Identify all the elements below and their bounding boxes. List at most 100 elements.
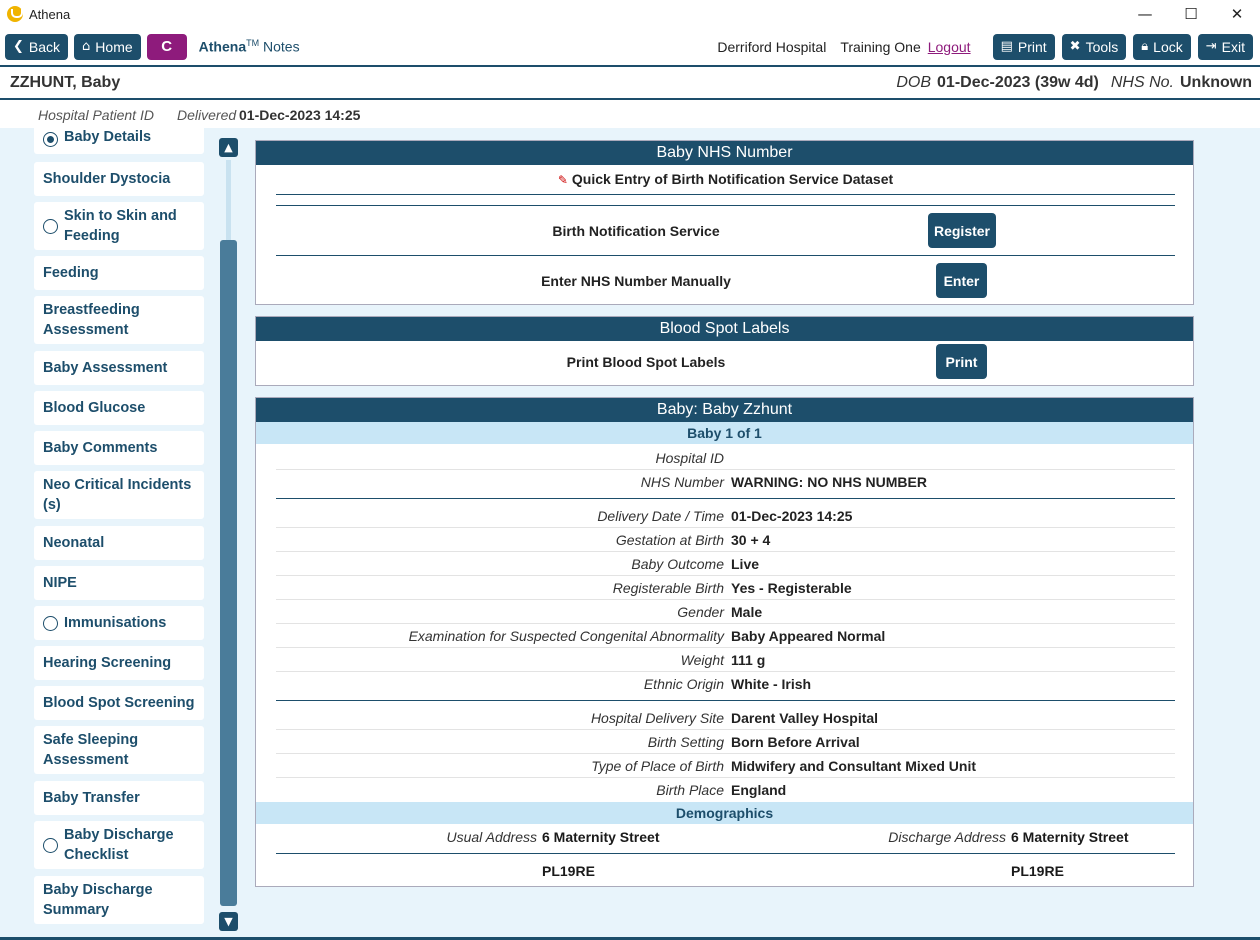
c-button[interactable]: C <box>146 33 187 60</box>
chevron-left-icon: ❮ <box>13 39 24 54</box>
field-label: Baby Outcome <box>631 556 724 572</box>
sidebar-item-label: Neonatal <box>43 535 105 551</box>
sidebar-item-baby-transfer[interactable]: Baby Transfer <box>34 781 204 815</box>
minimize-button[interactable]: — <box>1122 0 1168 28</box>
print-button[interactable]: ▤ Print <box>992 33 1055 60</box>
field-value: Midwifery and Consultant Mixed Unit <box>731 758 977 774</box>
field-value: Darent Valley Hospital <box>731 710 879 726</box>
window-title: Athena <box>29 6 71 22</box>
manual-entry-label: Enter NHS Number Manually <box>541 273 731 289</box>
app-brand: AthenaTM Notes <box>199 38 300 55</box>
field-label: Hospital ID <box>655 450 724 466</box>
sidebar-item-baby-assessment[interactable]: Baby Assessment <box>34 351 204 385</box>
chevron-down-icon[interactable]: ▼ <box>219 912 238 931</box>
sidebar-item-baby-details[interactable]: Baby Details <box>34 128 204 154</box>
usual-address-value: 6 Maternity Street <box>542 829 660 845</box>
usual-address-label: Usual Address <box>446 829 537 845</box>
tools-button[interactable]: ✖ Tools <box>1061 33 1127 60</box>
blood-spot-panel: Blood Spot Labels Print Blood Spot Label… <box>255 316 1194 386</box>
sidebar-item-skin-to-skin[interactable]: Skin to Skin and Feeding <box>34 202 204 250</box>
field-row: Hospital Delivery Site Darent Valley Hosp… <box>256 706 1195 730</box>
sidebar-item-blood-spot-screening[interactable]: Blood Spot Screening <box>34 686 204 720</box>
dob-value: 01-Dec-2023 (39w 4d) <box>937 74 1099 91</box>
field-row: Hospital ID <box>256 446 1195 470</box>
print-label: Print <box>1017 38 1047 55</box>
lock-button[interactable]: 🔒︎ Lock <box>1133 33 1191 60</box>
sidebar-item-safe-sleeping[interactable]: Safe Sleeping Assessment <box>34 726 204 774</box>
field-value: Baby Appeared Normal <box>731 628 886 644</box>
back-label: Back <box>28 38 61 55</box>
logout-link[interactable]: Logout <box>928 39 971 55</box>
sidebar-item-blood-glucose[interactable]: Blood Glucose <box>34 391 204 425</box>
divider <box>276 194 1175 195</box>
main-area: Baby Details Shoulder Dystocia Skin to S… <box>0 128 1260 940</box>
field-row: Ethnic Origin White - Irish <box>256 672 1195 696</box>
field-value: Male <box>731 604 763 620</box>
sidebar-item-shoulder-dystocia[interactable]: Shoulder Dystocia <box>34 162 204 196</box>
field-label: Examination for Suspected Congenital Abn… <box>408 628 724 644</box>
radio-empty-icon <box>43 615 58 631</box>
print-labels-button[interactable]: Print <box>936 344 987 379</box>
sidebar-item-label: Baby Transfer <box>43 790 140 806</box>
field-row: Registerable Birth Yes - Registerable <box>256 576 1195 600</box>
sidebar-item-baby-comments[interactable]: Baby Comments <box>34 431 204 465</box>
divider <box>276 255 1175 256</box>
chevron-up-icon[interactable]: ▲ <box>219 138 238 157</box>
field-row: NHS Number WARNING: NO NHS NUMBER <box>256 470 1195 494</box>
home-button[interactable]: ⌂ Home <box>74 33 141 60</box>
divider <box>276 498 1175 499</box>
nhs-label: NHS No. <box>1110 74 1174 91</box>
field-label: Gestation at Birth <box>615 532 724 548</box>
field-row: Weight 111 g <box>256 648 1195 672</box>
maximize-button[interactable]: ☐ <box>1168 0 1214 28</box>
divider <box>276 205 1175 206</box>
usual-postcode: PL19RE <box>542 863 595 879</box>
sidebar-item-neo-critical-incidents[interactable]: Neo Critical Incidents (s) <box>34 471 204 519</box>
register-button[interactable]: Register <box>928 213 996 248</box>
divider <box>276 700 1175 701</box>
nhs-number-panel: Baby NHS Number ✎ Quick Entry of Birth No… <box>255 140 1194 305</box>
field-value: WARNING: NO NHS NUMBER <box>731 474 927 490</box>
exit-button[interactable]: ⇥ Exit <box>1197 33 1253 60</box>
quick-entry-link[interactable]: ✎ Quick Entry of Birth Notification Servi… <box>256 171 1195 187</box>
sidebar-item-label: Breastfeeding Assessment <box>43 302 140 338</box>
home-label: Home <box>95 38 133 55</box>
exit-icon: ⇥ <box>1205 39 1217 54</box>
field-row: Birth Place England <box>256 778 1195 802</box>
enter-button[interactable]: Enter <box>936 263 987 298</box>
toolbar-right: Derriford Hospital Training One Logout ▤… <box>717 28 1253 65</box>
sidebar-item-hearing-screening[interactable]: Hearing Screening <box>34 646 204 680</box>
field-label: Weight <box>680 652 724 668</box>
sidebar-item-breastfeeding-assessment[interactable]: Breastfeeding Assessment <box>34 296 204 344</box>
main-toolbar: ❮ Back ⌂ Home C AthenaTM Notes Derriford H… <box>0 28 1260 65</box>
baby-counter: Baby 1 of 1 <box>256 422 1193 444</box>
sidebar-item-label: Blood Glucose <box>43 400 146 416</box>
lock-icon: 🔒︎ <box>1141 39 1149 54</box>
panel-title: Blood Spot Labels <box>256 317 1193 341</box>
close-button[interactable]: ✕ <box>1214 0 1260 28</box>
sidebar-item-label: Baby Assessment <box>43 360 168 376</box>
nhs-value: Unknown <box>1180 74 1252 91</box>
sidebar-item-label: Safe Sleeping Assessment <box>43 732 139 768</box>
scrollbar-track <box>226 160 231 248</box>
scrollbar-thumb[interactable] <box>220 240 237 906</box>
divider <box>276 853 1175 854</box>
sidebar-item-label: Feeding <box>43 265 99 281</box>
field-value: England <box>731 782 787 798</box>
field-label: Registerable Birth <box>612 580 724 596</box>
sidebar-item-neonatal[interactable]: Neonatal <box>34 526 204 560</box>
back-button[interactable]: ❮ Back <box>5 33 69 60</box>
sidebar-scrollbar[interactable]: ▲ ▼ <box>219 138 238 932</box>
sidebar-item-feeding[interactable]: Feeding <box>34 256 204 290</box>
sidebar-item-baby-discharge-checklist[interactable]: Baby Discharge Checklist <box>34 821 204 869</box>
field-row: Gender Male <box>256 600 1195 624</box>
sidebar-item-label: NIPE <box>43 575 77 591</box>
sidebar-item-baby-discharge-summary[interactable]: Baby Discharge Summary <box>34 876 204 924</box>
brand-name: Athena <box>198 38 247 55</box>
sidebar-item-nipe[interactable]: NIPE <box>34 566 204 600</box>
sidebar-item-immunisations[interactable]: Immunisations <box>34 606 204 640</box>
demographics-header: Demographics <box>256 802 1193 824</box>
radio-empty-icon <box>43 218 58 234</box>
sidebar-item-label: Baby Details <box>64 129 152 145</box>
field-label: Hospital Delivery Site <box>590 710 724 726</box>
